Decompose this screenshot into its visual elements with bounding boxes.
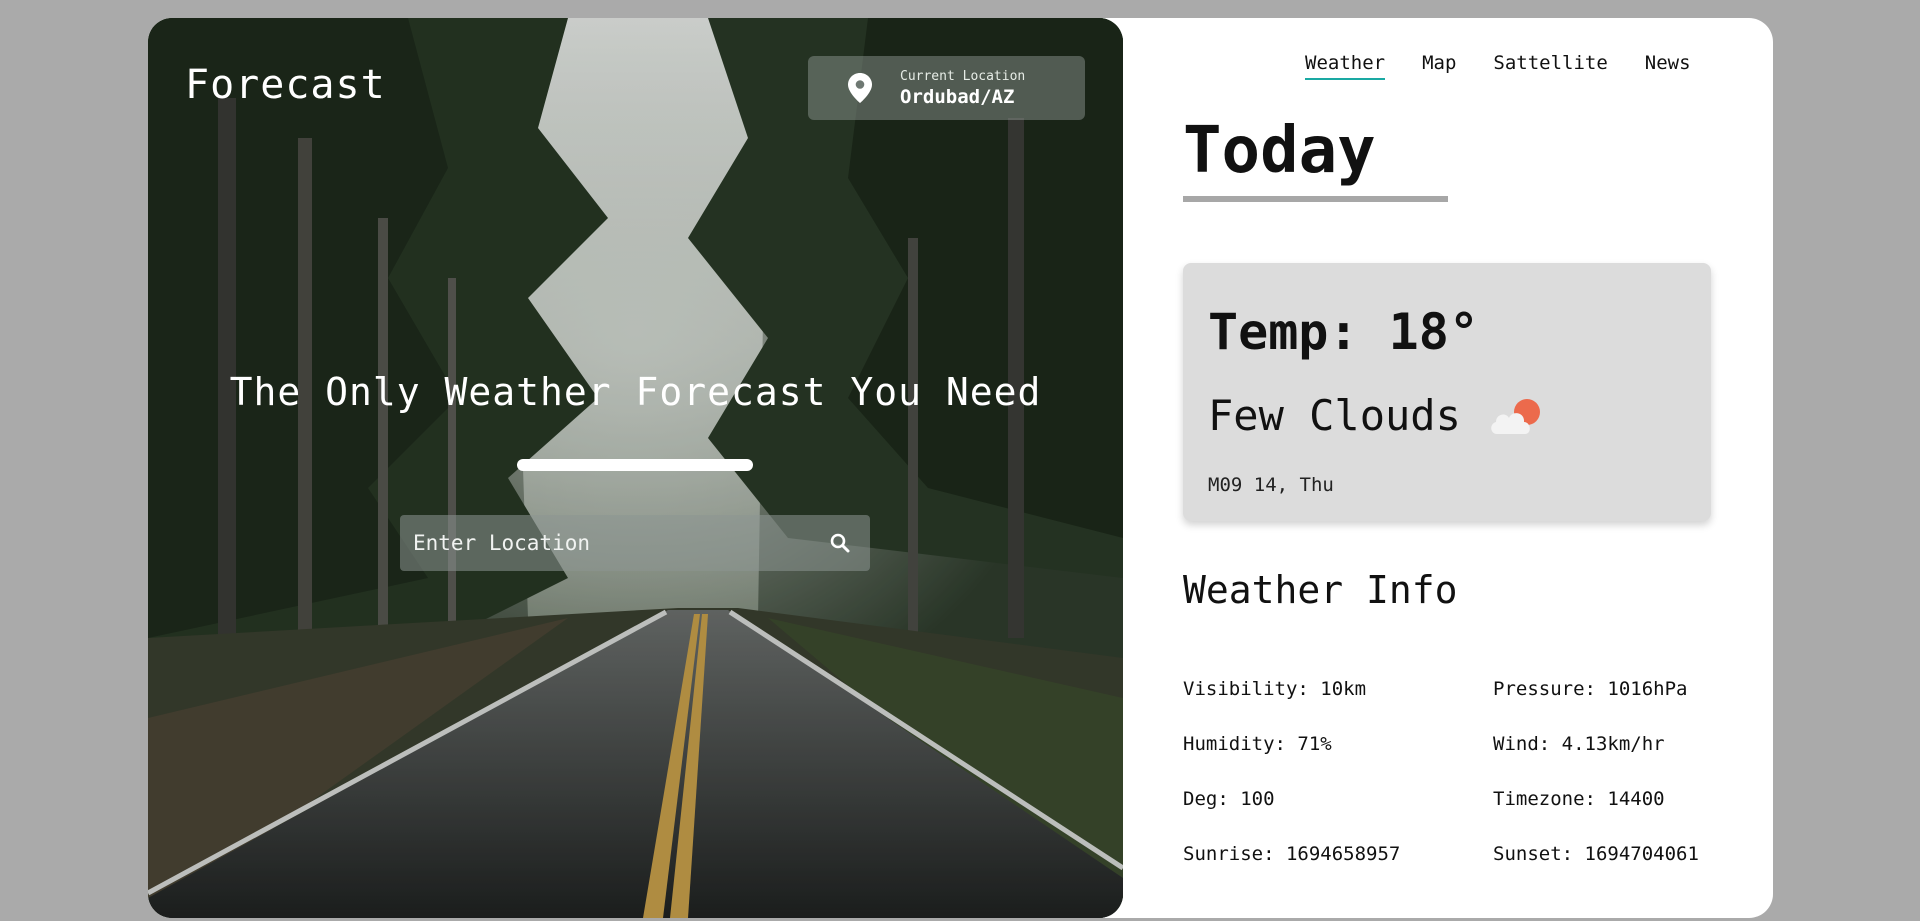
current-location-card: Current Location Ordubad/AZ [808,56,1085,120]
pressure-value: Pressure: 1016hPa [1493,678,1688,700]
condition-text: Few Clouds [1208,391,1461,440]
search-button[interactable] [810,515,870,571]
search-icon [830,533,850,553]
current-location-label: Current Location [900,68,1026,84]
current-location-text: Current Location Ordubad/AZ [900,69,1025,108]
current-weather-card: Temp: 18° Few Clouds M09 14, Thu [1183,263,1711,521]
location-search-input[interactable] [400,515,810,571]
today-title: Today [1183,114,1376,188]
temperature: Temp: 18° [1208,303,1479,361]
headline-underline [517,459,753,471]
nav-map[interactable]: Map [1422,52,1456,80]
nav-weather[interactable]: Weather [1305,52,1386,80]
app-logo[interactable]: Forecast [185,62,386,108]
location-search [400,515,870,571]
condition-row: Few Clouds [1208,391,1547,440]
current-date: M09 14, Thu [1208,474,1334,496]
hero-headline: The Only Weather Forecast You Need [229,370,1042,414]
current-location-value: Ordubad/AZ [900,85,1015,108]
main-nav: Weather Map Sattellite News [1305,52,1691,80]
app-window: Forecast Current Location Ordubad/AZ The… [148,18,1773,918]
few-clouds-icon [1491,398,1540,434]
location-pin-icon [848,73,872,103]
humidity-value: Humidity: 71% [1183,733,1332,755]
nav-news[interactable]: News [1645,52,1691,80]
deg-value: Deg: 100 [1183,788,1275,810]
timezone-value: Timezone: 14400 [1493,788,1665,810]
today-underline [1183,196,1448,202]
sunset-value: Sunset: 1694704061 [1493,843,1699,865]
sunrise-value: Sunrise: 1694658957 [1183,843,1401,865]
visibility-value: Visibility: 10km [1183,678,1367,700]
nav-sattellite[interactable]: Sattellite [1493,52,1607,80]
hero-panel: Forecast Current Location Ordubad/AZ The… [148,18,1123,918]
weather-info-title: Weather Info [1183,568,1458,612]
wind-value: Wind: 4.13km/hr [1493,733,1665,755]
